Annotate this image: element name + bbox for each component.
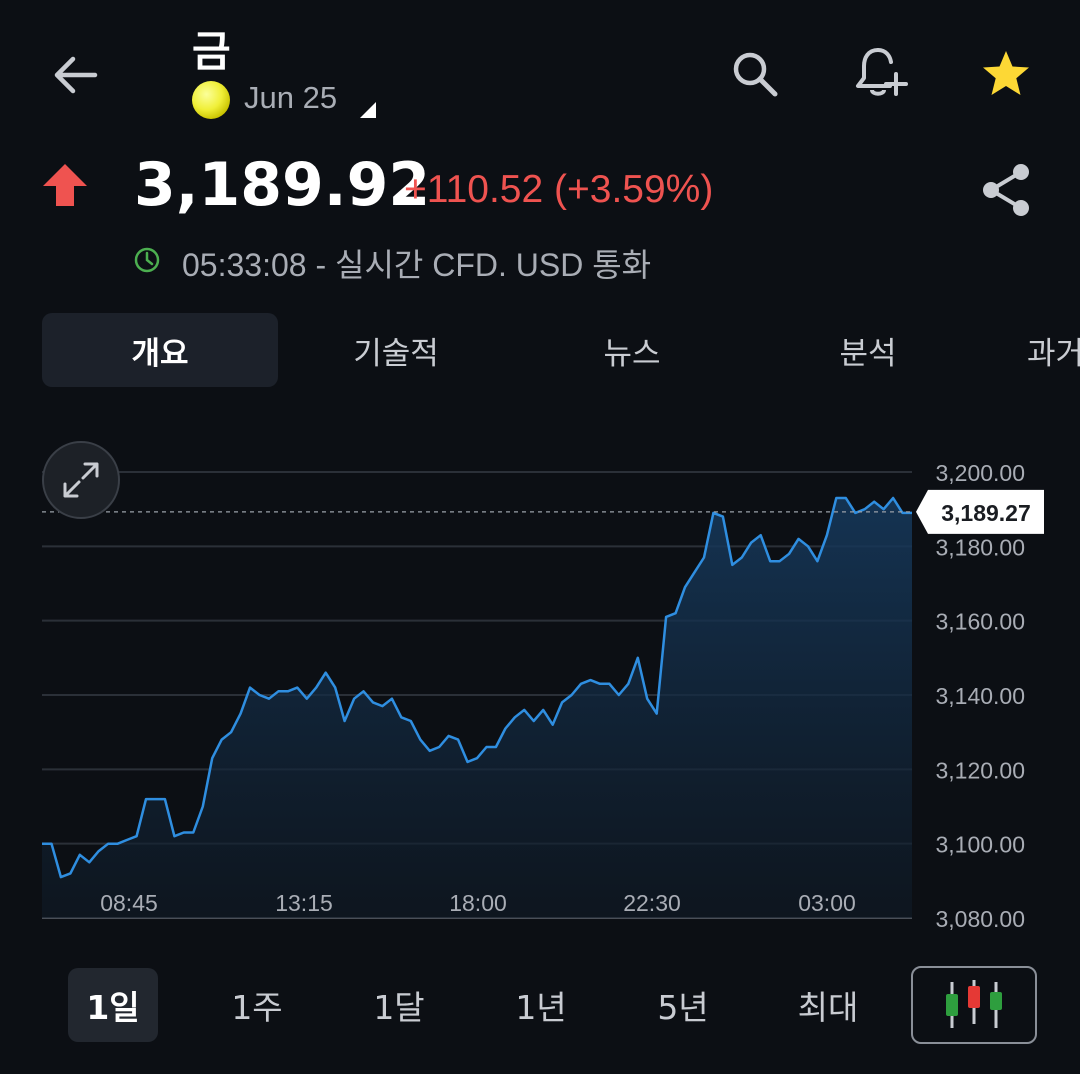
tab-analysis[interactable]: 분석 [750,313,986,387]
candle-up [946,994,958,1016]
current-value-label: 3,189.27 [941,500,1031,526]
range-label: 1년 [515,988,567,1027]
x-tick-label: 13:15 [275,890,333,916]
add-alert-bell-icon [856,48,908,96]
tab-label: 분석 [839,335,897,372]
star-icon [983,51,1029,95]
range-label: 최대 [797,988,859,1027]
x-tick-label: 18:00 [449,890,507,916]
add-alert-button[interactable] [845,42,915,106]
range-label: 1주 [231,988,283,1027]
chart-type-button[interactable] [911,966,1037,1044]
range-label: 5년 [657,988,709,1027]
candle-down [968,986,980,1008]
y-tick-label: 3,140.00 [935,683,1025,709]
range-1d[interactable]: 1일 [68,968,158,1042]
y-tick-label: 3,200.00 [935,460,1025,486]
y-tick-label: 3,180.00 [935,534,1025,560]
range-1m[interactable]: 1달 [354,968,444,1042]
expand-chart-button[interactable] [42,441,120,519]
watchlist-button[interactable] [971,42,1041,106]
x-tick-label: 08:45 [100,890,158,916]
clock-icon [134,247,160,273]
price-chart[interactable]: 3,189.27 3,200.00 3,180.00 3,160.00 3,140.0… [0,430,1080,940]
contract-dropdown-caret[interactable] [360,102,376,118]
realtime-info: 05:33:08 - 실시간 CFD. USD 통화 [182,247,652,283]
y-tick-label: 3,100.00 [935,832,1025,858]
tab-overview[interactable]: 개요 [42,313,278,387]
tab-label: 뉴스 [603,335,661,372]
range-1y[interactable]: 1년 [496,968,586,1042]
price-change: +110.52 (+3.59%) [404,168,714,211]
search-icon [733,52,778,97]
range-label: 1일 [86,988,140,1027]
back-arrow-icon [54,56,98,94]
tab-label: 기술적 [353,335,439,372]
y-tick-label: 3,120.00 [935,757,1025,783]
gold-coin-icon [192,81,230,119]
share-icon [983,164,1029,216]
x-tick-label: 03:00 [798,890,856,916]
price-up-arrow-icon [43,164,87,206]
tab-news[interactable]: 뉴스 [514,313,750,387]
last-price: 3,189.92 [134,150,431,220]
share-button[interactable] [972,155,1042,225]
instrument-title: 금 [192,27,231,76]
x-tick-label: 22:30 [623,890,681,916]
range-max[interactable]: 최대 [780,968,876,1042]
tab-label: 과거 [1027,335,1080,372]
range-5y[interactable]: 5년 [638,968,728,1042]
back-button[interactable] [40,45,110,105]
candlestick-chart-icon [946,980,1002,1028]
range-1w[interactable]: 1주 [212,968,302,1042]
contract-month[interactable]: Jun 25 [244,80,337,116]
tab-history[interactable]: 과거 [1027,313,1080,387]
y-tick-label: 3,160.00 [935,609,1025,635]
search-button[interactable] [720,42,790,106]
tab-technical[interactable]: 기술적 [278,313,514,387]
tab-label: 개요 [131,335,189,372]
range-label: 1달 [373,988,425,1027]
expand-icon [63,462,99,498]
y-tick-label: 3,080.00 [935,906,1025,932]
candle-up [990,992,1002,1010]
